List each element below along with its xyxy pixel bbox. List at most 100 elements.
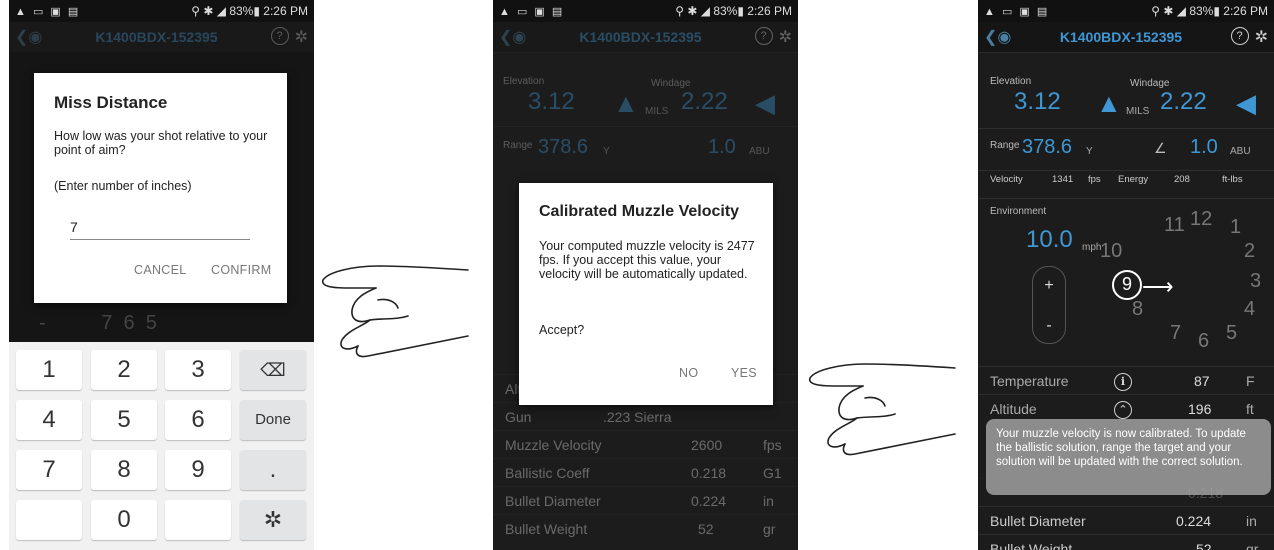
row-muzzle-velocity[interactable]: Muzzle Velocity 2600 fps [493,430,798,459]
key-6[interactable]: 6 [165,400,231,440]
status-icons-left: ▲ ▭ ▣ ▤ [984,5,1050,18]
done-key[interactable]: Done [240,400,306,440]
velocity-energy-row: Velocity 1341 fps Energy 208 ft-lbs [978,174,1274,196]
app-header: ❮◉ K1400BDX-152395 ? ✲ [978,22,1274,53]
elevation-label: Elevation [503,76,545,87]
plus-icon: + [1044,277,1054,294]
wind-speed[interactable]: 10.0 [1026,226,1073,254]
gear-icon[interactable]: ✲ [1255,27,1268,47]
status-icons-right: ⚲ ✱ ◢ 83%▮ [675,4,744,18]
help-icon[interactable]: ? [754,27,773,45]
inches-input[interactable]: 7 [70,219,250,240]
key-1[interactable]: 1 [16,350,82,390]
key-2[interactable]: 2 [91,350,157,390]
mils-label: MILS [1126,106,1150,117]
status-time: 2:26 PM [1223,4,1268,18]
device-name[interactable]: K1400BDX-152395 [95,29,217,45]
row-temperature[interactable]: Temperature ℹ 87 F [978,366,1274,395]
range-value: 378.6 [538,136,589,158]
windage-value[interactable]: 2.22 [1160,88,1207,116]
row-bullet-weight[interactable]: Bullet Weight 52 gr [493,514,798,543]
blank-key-right [165,500,231,540]
row-label: Ballistic Coeff [505,465,590,481]
clock-number: 3 [1250,270,1262,292]
key-8[interactable]: 8 [91,450,157,490]
key-0[interactable]: 0 [91,500,157,540]
bullet-weight-value: 52 [1196,541,1212,550]
altitude-label: Altitude [990,401,1037,417]
back-icon[interactable]: ❮◉ [984,27,1011,47]
gear-icon[interactable]: ✲ [779,27,792,47]
row-bullet-diameter[interactable]: Bullet Diameter 0.224 in [978,506,1274,535]
increase-button[interactable]: + - [1032,266,1066,344]
temperature-value: 87 [1194,373,1210,389]
row-bullet-weight[interactable]: Bullet Weight 52 gr [978,534,1274,550]
dim-clock: - 7 6 5 [39,312,157,334]
device-name[interactable]: K1400BDX-152395 [1060,29,1182,45]
range-value[interactable]: 378.6 [1022,136,1072,159]
inches-input-value: 7 [70,219,78,235]
phone-screen-calibrated-muzzle-velocity: ▲ ▭ ▣ ▤ ⚲ ✱ ◢ 83%▮ 2:26 PM ❮◉ K1400BDX-1… [493,0,798,550]
abu-unit: ABU [749,146,770,157]
velocity-label: Velocity [990,174,1023,185]
row-gun[interactable]: Gun .223 Sierra [493,402,798,431]
clock-number: 4 [1244,298,1256,320]
angle-icon: ∠ [1154,140,1167,156]
divider [493,126,798,127]
numeric-keypad: 1 2 3 ⌫ 4 5 6 Done 7 8 9 . 0 ✲ [9,342,314,550]
key-7[interactable]: 7 [16,450,82,490]
key-9[interactable]: 9 [165,450,231,490]
clock-number: 10 [1100,240,1123,262]
bullet-weight-unit: gr [1246,541,1259,550]
key-3[interactable]: 3 [165,350,231,390]
divider [978,170,1274,171]
dialog-title: Miss Distance [54,93,168,112]
cancel-button[interactable]: CANCEL [134,263,187,277]
confirm-button[interactable]: CONFIRM [211,263,271,277]
help-icon[interactable]: ? [270,27,289,45]
help-icon[interactable]: ? [1230,27,1249,45]
altitude-value: 196 [1188,401,1212,417]
row-ballistic-coeff[interactable]: Ballistic Coeff 0.218 G1 [493,458,798,487]
app-header: ❮◉ K1400BDX-152395 ? ✲ [493,22,798,53]
miss-distance-dialog: Miss Distance How low was your shot rela… [34,73,287,303]
clock-number: 5 [1226,322,1238,344]
status-icons-left: ▲ ▭ ▣ ▤ [499,5,565,18]
phone-screen-miss-distance: ▲ ▭ ▣ ▤ ⚲ ✱ ◢ 83%▮ 2:26 PM ❮◉ K1400BDX-1… [9,0,314,550]
back-icon[interactable]: ❮◉ [499,27,526,47]
pointing-hand-illustration-2 [808,363,956,456]
clock-number: 7 [1170,322,1182,344]
temperature-unit: F [1246,373,1255,389]
altitude-unit: ft [1246,401,1254,417]
up-arrow-icon: ▲ [1096,88,1122,118]
elevation-value: 3.12 [528,88,575,115]
status-bar: ▲ ▭ ▣ ▤ ⚲ ✱ ◢ 83%▮ 2:26 PM [493,0,798,22]
yes-button[interactable]: YES [731,366,757,380]
key-5[interactable]: 5 [91,400,157,440]
selected-clock-position[interactable]: 9 [1112,270,1142,300]
app-header: ❮◉ K1400BDX-152395 ? ✲ [9,22,314,53]
wind-clock[interactable]: 12 1 2 3 4 5 6 7 8 9 ⟶ 10 11 [1078,198,1274,366]
row-unit: gr [763,521,776,537]
back-icon[interactable]: ❮◉ [15,27,42,47]
bullet-diameter-label: Bullet Diameter [990,513,1086,529]
device-name[interactable]: K1400BDX-152395 [579,29,701,45]
key-4[interactable]: 4 [16,400,82,440]
settings-key-icon[interactable]: ✲ [240,500,306,540]
backspace-key[interactable]: ⌫ [240,350,306,390]
elevation-label: Elevation [990,76,1032,87]
row-value: .223 Sierra [603,409,672,425]
velocity-unit: fps [1088,174,1101,185]
no-button[interactable]: NO [679,366,698,380]
thermometer-icon: ℹ [1114,373,1132,391]
status-bar: ▲ ▭ ▣ ▤ ⚲ ✱ ◢ 83%▮ 2:26 PM [978,0,1274,22]
elevation-value[interactable]: 3.12 [1014,88,1061,116]
energy-value: 208 [1174,174,1190,185]
gear-icon[interactable]: ✲ [295,27,308,47]
abu-value[interactable]: 1.0 [1190,136,1218,159]
period-key[interactable]: . [240,450,306,490]
up-arrow-icon: ▲ [613,88,639,118]
status-bar: ▲ ▭ ▣ ▤ ⚲ ✱ ◢ 83%▮ 2:26 PM [9,0,314,22]
row-bullet-diameter[interactable]: Bullet Diameter 0.224 in [493,486,798,515]
mils-label: MILS [645,106,669,117]
